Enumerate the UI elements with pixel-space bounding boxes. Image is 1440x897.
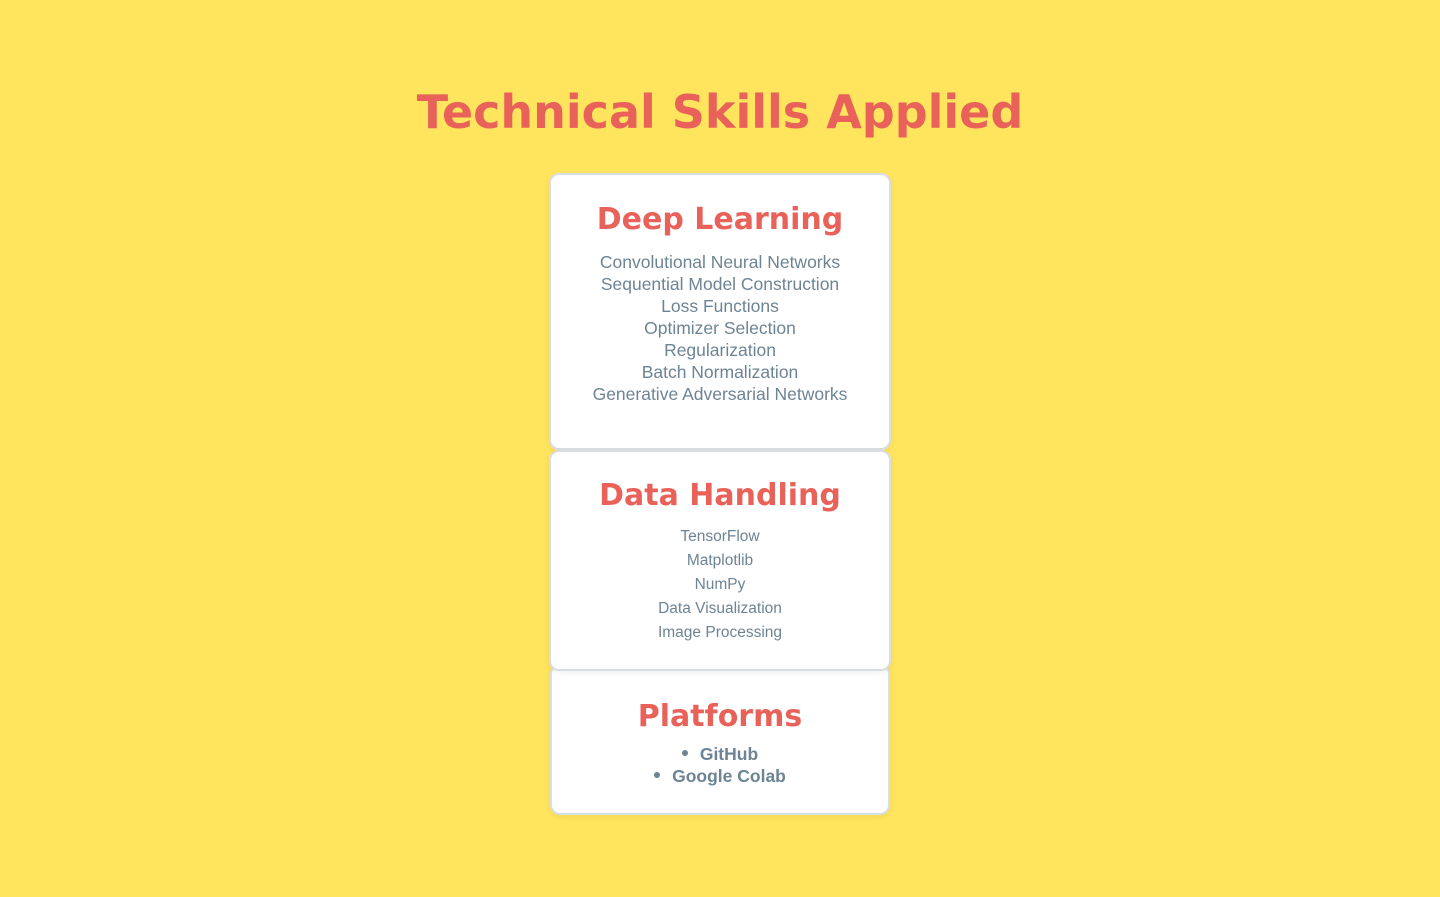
skill-item: Batch Normalization	[641, 362, 799, 382]
skill-item: TensorFlow	[680, 528, 760, 545]
skill-list: TensorFlow Matplotlib NumPy Data Visuali…	[551, 525, 889, 645]
bullet-icon	[654, 772, 661, 779]
skill-card-deep-learning: Deep Learning Convolutional Neural Netwo…	[549, 173, 891, 450]
skill-item: Optimizer Selection	[644, 318, 796, 338]
platform-item-label: Google Colab	[672, 766, 786, 786]
skill-item: Image Processing	[657, 624, 783, 641]
platform-item: GitHub	[552, 743, 888, 765]
skill-item: Loss Functions	[661, 296, 779, 316]
page-title: Technical Skills Applied	[416, 85, 1024, 139]
skill-item: Regularization	[664, 340, 776, 360]
card-heading: Data Handling	[599, 478, 841, 513]
platform-item-label: GitHub	[699, 744, 759, 764]
skill-item: Matplotlib	[686, 552, 754, 569]
platform-item: Google Colab	[552, 765, 888, 787]
skill-item: Convolutional Neural Networks	[599, 252, 841, 272]
card-heading: Deep Learning	[596, 202, 844, 237]
skill-item: Generative Adversarial Networks	[592, 384, 848, 404]
skill-item: Sequential Model Construction	[600, 274, 840, 294]
platform-list: GitHub Google Colab	[552, 743, 888, 787]
bullet-icon	[681, 750, 688, 757]
skill-item: Data Visualization	[658, 600, 782, 617]
skill-card-data-handling: Data Handling TensorFlow Matplotlib NumP…	[549, 450, 891, 671]
skill-card-platforms: Platforms GitHub Google Colab	[550, 664, 890, 815]
card-heading: Platforms	[637, 699, 803, 734]
skill-item: NumPy	[694, 576, 746, 593]
skill-list: Convolutional Neural Networks Sequential…	[551, 251, 889, 405]
